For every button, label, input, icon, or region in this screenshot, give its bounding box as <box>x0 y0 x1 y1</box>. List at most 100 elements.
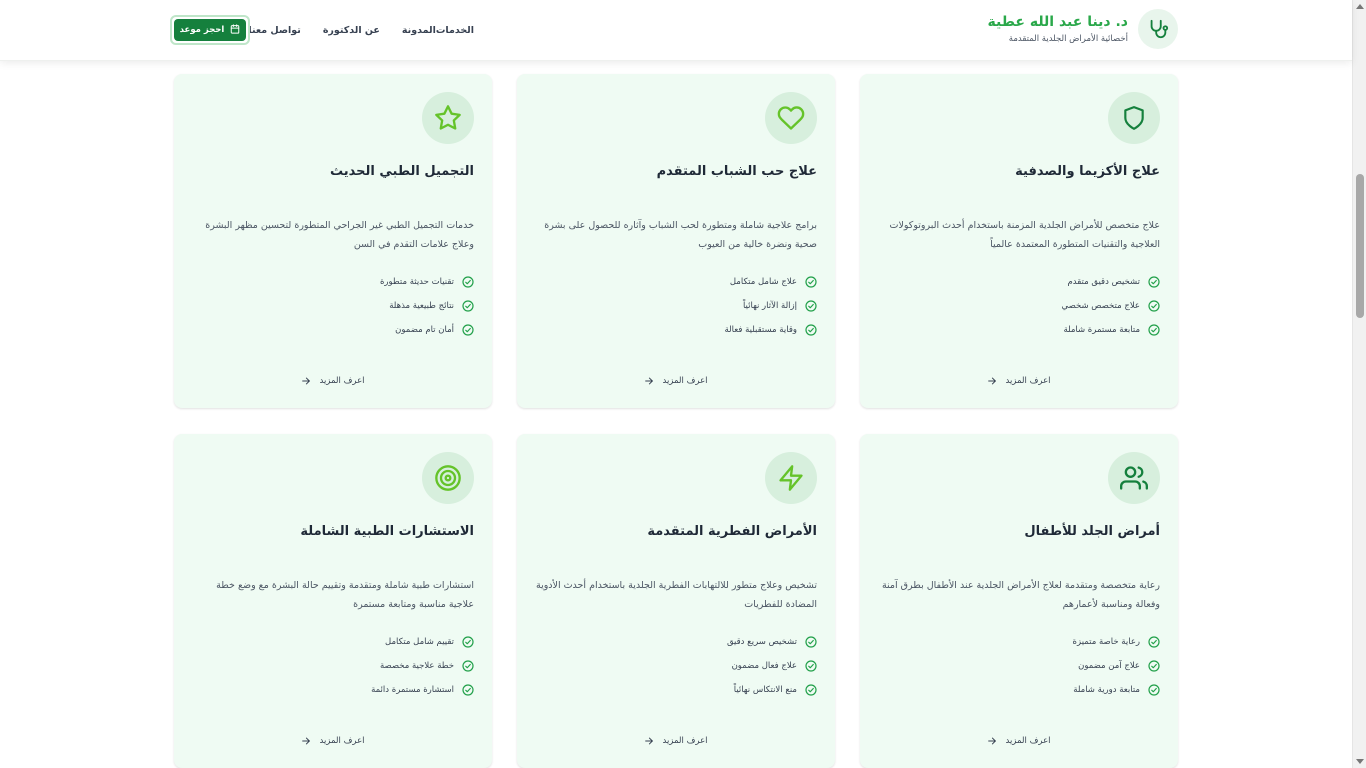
learn-more-link[interactable]: اعرف المزيد <box>174 376 492 386</box>
stethoscope-icon <box>1138 9 1178 49</box>
feature-label: متابعة دورية شاملة <box>1073 685 1140 695</box>
star-icon <box>422 92 474 144</box>
logo[interactable]: د. دينا عبد الله عطية أخصائية الأمراض ال… <box>988 9 1178 49</box>
feature-list: تشخيص سريع دقيق علاج فعال مضمون منع الان… <box>535 630 817 702</box>
service-title: أمراض الجلد للأطفال <box>1024 524 1160 539</box>
check-circle-icon <box>805 276 817 288</box>
book-appointment-label: احجز موعد <box>179 25 225 35</box>
feature-item: استشارة مستمرة دائمة <box>192 678 474 702</box>
service-description: علاج متخصص للأمراض الجلدية المزمنة باستخ… <box>889 220 1160 250</box>
arrow-right-icon <box>645 377 654 385</box>
feature-item: علاج فعال مضمون <box>535 654 817 678</box>
shield-icon <box>1108 92 1160 144</box>
arrow-right-icon <box>302 377 311 385</box>
feature-item: تشخيص دقيق متقدم <box>878 270 1160 294</box>
scrollbar-thumb[interactable] <box>1356 174 1364 318</box>
feature-label: علاج شامل متكامل <box>729 277 797 287</box>
learn-more-label: اعرف المزيد <box>319 376 365 386</box>
check-circle-icon <box>1148 636 1160 648</box>
check-circle-icon <box>462 660 474 672</box>
scroll-down-icon[interactable] <box>1356 759 1364 764</box>
service-title: علاج حب الشباب المتقدم <box>656 164 817 179</box>
nav-link-services[interactable]: الخدمات <box>436 25 474 36</box>
nav-link-contact[interactable]: تواصل معنا <box>248 25 300 36</box>
check-circle-icon <box>1148 276 1160 288</box>
lightning-icon <box>765 452 817 504</box>
feature-label: علاج متخصص شخصي <box>1061 301 1141 311</box>
feature-label: وقاية مستقبلية فعالة <box>724 325 798 335</box>
page-scrollbar[interactable] <box>1352 0 1366 768</box>
feature-item: خطة علاجية مخصصة <box>192 654 474 678</box>
check-circle-icon <box>462 276 474 288</box>
learn-more-label: اعرف المزيد <box>319 736 365 746</box>
arrow-right-icon <box>645 737 654 745</box>
doctor-title: أخصائية الأمراض الجلدية المتقدمة <box>1008 33 1128 44</box>
service-card: الاستشارات الطبية الشاملة استشارات طبية … <box>174 434 492 768</box>
service-description: تشخيص وعلاج متطور للالتهابات الفطرية الج… <box>535 580 817 610</box>
nav-link-blog[interactable]: المدونة <box>402 25 436 36</box>
arrow-right-icon <box>302 737 311 745</box>
feature-label: استشارة مستمرة دائمة <box>371 685 454 695</box>
service-title: علاج الأكزيما والصدفية <box>1015 164 1160 179</box>
learn-more-link[interactable]: اعرف المزيد <box>860 736 1178 746</box>
feature-label: متابعة مستمرة شاملة <box>1063 325 1140 335</box>
service-title: الأمراض الفطرية المتقدمة <box>647 524 817 539</box>
learn-more-label: اعرف المزيد <box>1005 376 1051 386</box>
feature-item: رعاية خاصة متميزة <box>878 630 1160 654</box>
learn-more-link[interactable]: اعرف المزيد <box>860 376 1178 386</box>
feature-label: تشخيص سريع دقيق <box>726 637 797 647</box>
doctor-name: د. دينا عبد الله عطية <box>987 13 1128 30</box>
service-card: علاج الأكزيما والصدفية علاج متخصص للأمرا… <box>860 74 1178 408</box>
feature-item: منع الانتكاس نهائياً <box>535 678 817 702</box>
check-circle-icon <box>1148 324 1160 336</box>
check-circle-icon <box>1148 684 1160 696</box>
feature-label: منع الانتكاس نهائياً <box>733 685 797 695</box>
service-title: الاستشارات الطبية الشاملة <box>300 524 474 539</box>
main-nav: الخدمات المدونة عن الدكتورة تواصل معنا <box>170 0 882 61</box>
calendar-icon <box>230 23 240 37</box>
learn-more-link[interactable]: اعرف المزيد <box>174 736 492 746</box>
service-description: استشارات طبية شاملة ومتقدمة وتقييم حالة … <box>216 580 474 610</box>
book-appointment-button[interactable]: احجز موعد <box>170 15 250 45</box>
feature-list: رعاية خاصة متميزة علاج آمن مضمون متابعة … <box>878 630 1160 702</box>
feature-label: أمان تام مضمون <box>395 325 454 335</box>
feature-label: خطة علاجية مخصصة <box>379 661 454 671</box>
feature-list: تقييم شامل متكامل خطة علاجية مخصصة استشا… <box>192 630 474 702</box>
feature-label: علاج فعال مضمون <box>731 661 797 671</box>
check-circle-icon <box>805 660 817 672</box>
check-circle-icon <box>805 684 817 696</box>
check-circle-icon <box>805 636 817 648</box>
learn-more-link[interactable]: اعرف المزيد <box>517 736 835 746</box>
feature-label: إزالة الآثار نهائياً <box>742 301 797 311</box>
service-title: التجميل الطبي الحديث <box>329 164 474 179</box>
nav-link-about[interactable]: عن الدكتورة <box>323 25 380 36</box>
scroll-up-icon[interactable] <box>1356 4 1364 9</box>
feature-item: علاج متخصص شخصي <box>878 294 1160 318</box>
check-circle-icon <box>1148 660 1160 672</box>
check-circle-icon <box>462 684 474 696</box>
feature-label: نتائج طبيعية مذهلة <box>389 301 454 311</box>
feature-item: متابعة مستمرة شاملة <box>878 318 1160 342</box>
service-card: علاج حب الشباب المتقدم برامج علاجية شامل… <box>517 74 835 408</box>
heart-icon <box>765 92 817 144</box>
feature-item: علاج شامل متكامل <box>535 270 817 294</box>
service-card: أمراض الجلد للأطفال رعاية متخصصة ومتقدمة… <box>860 434 1178 768</box>
target-icon <box>422 452 474 504</box>
feature-item: وقاية مستقبلية فعالة <box>535 318 817 342</box>
feature-item: متابعة دورية شاملة <box>878 678 1160 702</box>
check-circle-icon <box>462 324 474 336</box>
learn-more-link[interactable]: اعرف المزيد <box>517 376 835 386</box>
check-circle-icon <box>462 300 474 312</box>
arrow-right-icon <box>988 737 997 745</box>
feature-label: علاج آمن مضمون <box>1078 661 1140 671</box>
feature-item: نتائج طبيعية مذهلة <box>192 294 474 318</box>
learn-more-label: اعرف المزيد <box>662 736 708 746</box>
check-circle-icon <box>805 300 817 312</box>
learn-more-label: اعرف المزيد <box>662 376 708 386</box>
feature-label: تشخيص دقيق متقدم <box>1067 277 1140 287</box>
feature-item: أمان تام مضمون <box>192 318 474 342</box>
check-circle-icon <box>805 324 817 336</box>
service-card: الأمراض الفطرية المتقدمة تشخيص وعلاج متط… <box>517 434 835 768</box>
feature-item: علاج آمن مضمون <box>878 654 1160 678</box>
feature-list: تشخيص دقيق متقدم علاج متخصص شخصي متابعة … <box>878 270 1160 342</box>
